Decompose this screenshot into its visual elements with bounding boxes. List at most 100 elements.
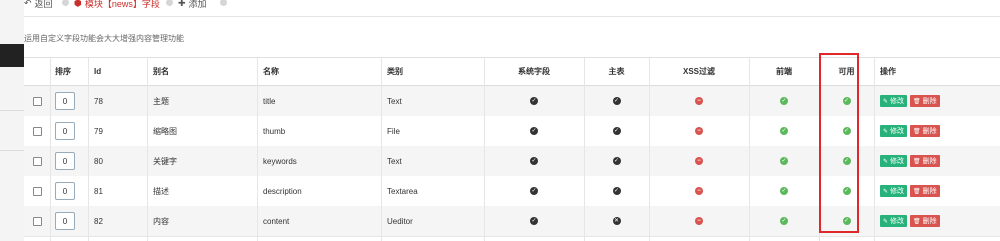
alias-cell: 主题 [153,96,169,106]
name-cell: keywords [263,156,297,166]
row-checkbox-cell [33,86,42,116]
id-cell: 81 [94,186,103,196]
edit-button[interactable]: ✎ 修改 [880,125,908,137]
sort-cell: 0 [55,116,75,146]
edit-label: 修改 [890,218,905,225]
sort-input[interactable]: 0 [55,182,75,200]
minus-circle-icon[interactable]: − [695,97,703,105]
delete-button[interactable]: 🗑 删除 [910,215,940,227]
xss-filter-cell: − [649,116,749,146]
separator-dot [166,0,173,6]
sidebar-divider [0,150,24,151]
back-link[interactable]: ↶ 返回 [24,0,53,9]
sort-input[interactable]: 0 [55,92,75,110]
row-checkbox[interactable] [33,216,42,226]
alias-cell: 描述 [153,186,169,196]
sort-input[interactable]: 0 [55,152,75,170]
delete-button[interactable]: 🗑 删除 [910,185,940,197]
actions-cell: ✎ 修改 🗑 删除 [880,116,940,146]
check-circle-icon: ✓ [530,97,538,105]
check-circle-icon[interactable]: ✓ [780,127,788,135]
module-label: 模块【news】字段 [84,0,160,9]
check-circle-icon[interactable]: ✓ [780,187,788,195]
delete-label: 删除 [922,218,937,225]
edit-button[interactable]: ✎ 修改 [880,215,908,227]
header-type[interactable]: 类别 [387,58,403,85]
sort-input[interactable]: 0 [55,212,75,230]
row-checkbox-cell [33,146,42,176]
edit-button[interactable]: ✎ 修改 [880,95,908,107]
x-circle-icon: ✕ [612,217,621,225]
check-circle-icon: ✓ [612,97,621,105]
delete-label: 删除 [922,128,937,135]
alias-cell: 关键字 [153,156,177,166]
edit-label: 修改 [890,128,905,135]
enabled-column-highlight [819,53,859,233]
main-table-cell: ✓ [584,116,649,146]
grid-line [88,58,89,241]
xss-filter-cell: − [649,176,749,206]
type-cell: File [387,126,400,136]
minus-circle-icon[interactable]: − [695,187,703,195]
minus-circle-icon[interactable]: − [695,157,703,165]
row-checkbox[interactable] [33,126,42,136]
header-sort[interactable]: 排序 [55,58,71,85]
type-cell: Text [387,96,402,106]
delete-button[interactable]: 🗑 删除 [910,125,940,137]
header-xss-filter[interactable]: XSS过滤 [649,58,749,85]
header-name[interactable]: 名称 [263,58,279,85]
edit-button[interactable]: ✎ 修改 [880,155,908,167]
delete-button[interactable]: 🗑 删除 [910,95,940,107]
trash-icon: 🗑 [913,158,921,165]
edit-icon: ✎ [883,98,889,105]
top-toolbar: ↶ 返回 ⬢ 模块【news】字段 ✚ 添加 [24,0,1000,17]
main-table-cell: ✓ [584,176,649,206]
row-checkbox[interactable] [33,186,42,196]
sort-cell: 0 [55,206,75,236]
check-circle-icon[interactable]: ✓ [780,157,788,165]
type-cell: Textarea [387,186,418,196]
header-frontend[interactable]: 前端 [749,58,819,85]
grid-line [584,58,585,241]
id-cell: 78 [94,96,103,106]
check-circle-icon: ✓ [612,187,621,195]
check-circle-icon: ✓ [612,127,621,135]
grid-line [484,58,485,241]
back-label: 返回 [34,0,53,9]
minus-circle-icon[interactable]: − [695,127,703,135]
minus-circle-icon[interactable]: − [695,217,703,225]
alias-cell: 缩略图 [153,126,177,136]
plus-icon: ✚ [178,0,186,8]
header-id[interactable]: Id [94,58,101,85]
sidebar-active-item[interactable] [0,44,24,67]
sort-input[interactable]: 0 [55,122,75,140]
grid-line [749,58,750,241]
delete-label: 删除 [922,188,937,195]
check-circle-icon: ✓ [530,217,538,225]
edit-button[interactable]: ✎ 修改 [880,185,908,197]
row-checkbox[interactable] [33,156,42,166]
row-checkbox-cell [33,116,42,146]
check-circle-icon[interactable]: ✓ [780,217,788,225]
header-alias[interactable]: 别名 [153,58,169,85]
delete-button[interactable]: 🗑 删除 [910,155,940,167]
sidebar-divider [0,110,24,111]
left-sidebar [0,0,24,241]
trash-icon: 🗑 [913,218,921,225]
grid-line [381,58,382,241]
header-main-table[interactable]: 主表 [584,58,649,85]
frontend-cell: ✓ [749,86,819,116]
header-system-field[interactable]: 系统字段 [484,58,584,85]
add-link[interactable]: ✚ 添加 [178,0,207,9]
type-cell: Ueditor [387,216,413,226]
frontend-cell: ✓ [749,176,819,206]
row-checkbox[interactable] [33,96,42,106]
module-fields-link[interactable]: ⬢ 模块【news】字段 [74,0,160,9]
delete-label: 删除 [922,98,937,105]
frontend-cell: ✓ [749,116,819,146]
actions-cell: ✎ 修改 🗑 删除 [880,206,940,236]
name-cell: description [263,186,302,196]
name-cell: thumb [263,126,286,136]
check-circle-icon[interactable]: ✓ [780,97,788,105]
name-cell: content [263,216,290,226]
